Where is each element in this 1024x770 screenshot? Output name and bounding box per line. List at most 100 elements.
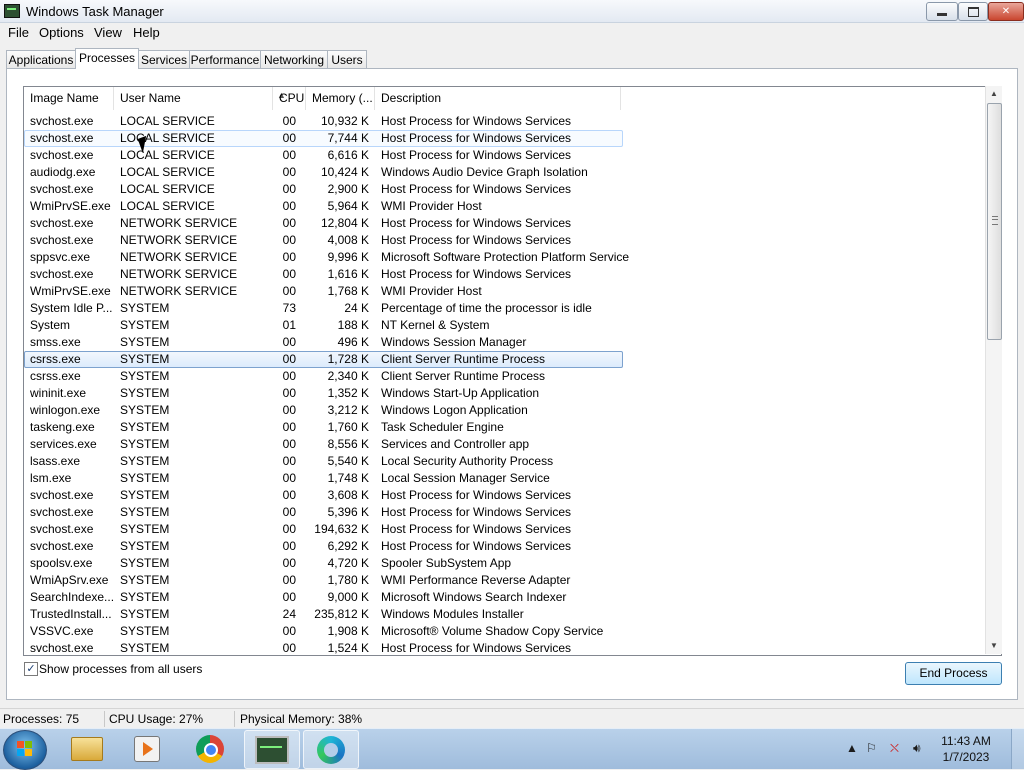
tab-networking[interactable]: Networking [260,50,328,69]
process-cpu: 00 [282,386,296,400]
maximize-button[interactable] [958,2,988,21]
start-button[interactable] [3,730,47,770]
process-row[interactable]: svchost.exe NETWORK SERVICE 00 1,616 K Host … [24,266,984,283]
process-row[interactable]: VSSVC.exe SYSTEM 00 1,908 K Microsoft® Volum… [24,623,984,640]
process-cpu: 00 [282,454,296,468]
process-row[interactable]: SearchIndexe... SYSTEM 00 9,000 K Microsoft … [24,589,984,606]
process-description: Windows Modules Installer [381,607,524,621]
process-row[interactable]: winlogon.exe SYSTEM 00 3,212 K Windows Logon… [24,402,984,419]
process-row[interactable]: services.exe SYSTEM 00 8,556 K Services and … [24,436,984,453]
process-row[interactable]: lsm.exe SYSTEM 00 1,748 K Local Session Mana… [24,470,984,487]
show-all-users-checkbox[interactable]: ✓ [24,662,38,676]
process-row[interactable]: TrustedInstall... SYSTEM 24 235,812 K Window… [24,606,984,623]
process-row[interactable]: System Idle P... SYSTEM 73 24 K Percentage o… [24,300,984,317]
process-row[interactable]: svchost.exe SYSTEM 00 5,396 K Host Process f… [24,504,984,521]
process-list[interactable]: Image Name User Name ▲ CPU Memory (... D… [23,86,1002,656]
taskbar-media-player[interactable] [120,730,174,767]
process-memory: 5,396 K [327,505,369,519]
media-player-icon [134,735,160,762]
column-cpu[interactable]: CPU [273,87,306,110]
process-row[interactable]: csrss.exe SYSTEM 00 1,728 K Client Server Ru… [24,351,984,368]
process-row[interactable]: audiodg.exe LOCAL SERVICE 00 10,424 K Window… [24,164,984,181]
process-row[interactable]: WmiApSrv.exe SYSTEM 00 1,780 K WMI Performan… [24,572,984,589]
column-memory[interactable]: Memory (... [306,87,375,110]
column-user-name-label: User Name [120,91,181,105]
process-row[interactable]: WmiPrvSE.exe NETWORK SERVICE 00 1,768 K WMI … [24,283,984,300]
process-cpu: 00 [282,199,296,213]
system-clock[interactable]: 11:43 AM 1/7/2023 [935,733,997,765]
process-row[interactable]: svchost.exe NETWORK SERVICE 00 12,804 K Host… [24,215,984,232]
process-row[interactable]: System SYSTEM 01 188 K NT Kernel & System [24,317,984,334]
taskbar-task-manager[interactable] [244,730,300,769]
process-memory: 1,616 K [327,267,369,281]
process-row[interactable]: spoolsv.exe SYSTEM 00 4,720 K Spooler SubSys… [24,555,984,572]
minimize-button[interactable] [926,2,958,21]
process-row[interactable]: svchost.exe LOCAL SERVICE 00 7,744 K Host Pr… [24,130,984,147]
process-image-name: svchost.exe [30,505,94,519]
process-description: Microsoft Windows Search Indexer [381,590,567,604]
process-row[interactable]: svchost.exe LOCAL SERVICE 00 10,932 K Host P… [24,113,984,130]
taskbar-edge[interactable] [303,730,359,769]
process-row[interactable]: svchost.exe SYSTEM 00 194,632 K Host Process… [24,521,984,538]
taskbar-chrome[interactable] [183,730,237,767]
show-hidden-icons-chevron-icon[interactable]: ▲ [846,741,858,755]
process-row[interactable]: csrss.exe SYSTEM 00 2,340 K Client Server Ru… [24,368,984,385]
process-row[interactable]: lsass.exe SYSTEM 00 5,540 K Local Security A… [24,453,984,470]
column-description[interactable]: Description [375,87,621,110]
process-row[interactable]: taskeng.exe SYSTEM 00 1,760 K Task Scheduler… [24,419,984,436]
menu-help[interactable]: Help [133,25,160,40]
close-button[interactable]: ✕ [988,2,1024,21]
scroll-up-arrow-icon[interactable]: ▲ [986,86,1002,102]
process-image-name: svchost.exe [30,267,94,281]
process-row[interactable]: svchost.exe LOCAL SERVICE 00 2,900 K Host Pr… [24,181,984,198]
scrollbar-thumb[interactable] [987,103,1002,340]
process-row[interactable]: smss.exe SYSTEM 00 496 K Windows Session Man… [24,334,984,351]
column-header-row: Image Name User Name ▲ CPU Memory (... D… [24,87,984,110]
process-cpu: 00 [282,284,296,298]
tab-processes[interactable]: Processes [75,48,139,69]
process-rows: svchost.exe LOCAL SERVICE 00 10,932 K Host P… [24,113,984,655]
process-memory: 6,292 K [327,539,369,553]
taskbar-explorer[interactable] [60,730,114,767]
process-row[interactable]: svchost.exe SYSTEM 00 3,608 K Host Process f… [24,487,984,504]
menu-options[interactable]: Options [39,25,84,40]
process-cpu: 24 [282,607,296,621]
process-user-name: SYSTEM [120,335,170,349]
process-row[interactable]: sppsvc.exe NETWORK SERVICE 00 9,996 K Micros… [24,249,984,266]
action-center-flag-icon[interactable]: ⚐ [866,741,877,755]
window-title: Windows Task Manager [26,4,164,19]
menu-file[interactable]: File [8,25,29,40]
process-user-name: SYSTEM [120,607,170,621]
process-cpu: 00 [282,233,296,247]
show-all-users-label[interactable]: Show processes from all users [39,662,202,676]
process-row[interactable]: WmiPrvSE.exe LOCAL SERVICE 00 5,964 K WMI Pr… [24,198,984,215]
process-row[interactable]: wininit.exe SYSTEM 00 1,352 K Windows Start-… [24,385,984,402]
process-image-name: sppsvc.exe [30,250,91,264]
process-description: Host Process for Windows Services [381,267,572,281]
process-row[interactable]: svchost.exe SYSTEM 00 1,524 K Host Process f… [24,640,984,655]
process-cpu: 00 [282,335,296,349]
menu-view[interactable]: View [94,25,122,40]
end-process-button[interactable]: End Process [905,662,1002,685]
process-memory: 10,932 K [320,114,369,128]
process-description: Windows Start-Up Application [381,386,540,400]
show-desktop-button[interactable] [1011,729,1024,769]
process-row[interactable]: svchost.exe LOCAL SERVICE 00 6,616 K Host Pr… [24,147,984,164]
vertical-scrollbar[interactable]: ▲ ▼ [985,86,1002,654]
process-row[interactable]: svchost.exe SYSTEM 00 6,292 K Host Process f… [24,538,984,555]
process-row[interactable]: svchost.exe NETWORK SERVICE 00 4,008 K Host … [24,232,984,249]
process-image-name: svchost.exe [30,539,94,553]
process-image-name: wininit.exe [30,386,87,400]
scroll-down-arrow-icon[interactable]: ▼ [986,638,1002,654]
tab-services[interactable]: Services [138,50,190,69]
column-user-name[interactable]: User Name ▲ [114,87,286,110]
process-memory: 2,340 K [327,369,369,383]
volume-icon[interactable]: 🔊︎ [913,741,921,756]
column-image-name[interactable]: Image Name [24,87,114,110]
tab-users[interactable]: Users [327,50,367,69]
network-icon[interactable]: ⛌ [890,741,899,756]
tab-performance[interactable]: Performance [189,50,261,69]
process-memory: 1,748 K [327,471,369,485]
tab-applications[interactable]: Applications [6,50,76,69]
process-description: Host Process for Windows Services [381,114,572,128]
